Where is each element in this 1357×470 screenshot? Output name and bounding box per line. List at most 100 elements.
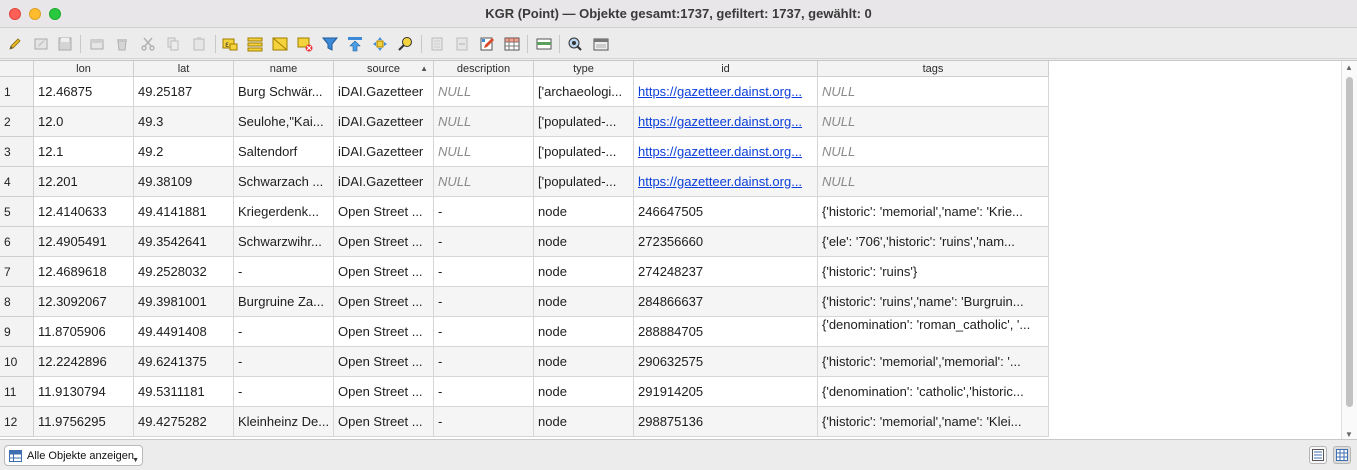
row-number[interactable]: 12 [0,407,34,437]
cell-type[interactable]: node [534,287,634,317]
cell-type[interactable]: node [534,377,634,407]
cell-id[interactable]: https://gazetteer.dainst.org... [634,137,818,167]
cell-type[interactable]: ['populated-... [534,107,634,137]
cut-icon[interactable] [139,35,157,53]
cell-name[interactable]: Kriegerdenk... [234,197,334,227]
cell-name[interactable]: - [234,377,334,407]
cell-tags[interactable]: {'historic': 'memorial','memorial': '... [818,347,1049,377]
column-header-lon[interactable]: lon [34,61,134,77]
cell-tags[interactable]: {'ele': '706','historic': 'ruins','nam..… [818,227,1049,257]
cell-name[interactable]: Saltendorf [234,137,334,167]
cell-lat[interactable]: 49.4275282 [134,407,234,437]
zoom-map-to-selection-icon[interactable] [396,35,414,53]
cell-source[interactable]: Open Street ... [334,257,434,287]
field-calculator-icon[interactable] [503,35,521,53]
cell-source[interactable]: iDAI.Gazetteer [334,167,434,197]
cell-tags[interactable]: NULL [818,167,1049,197]
cell-description[interactable]: - [434,407,534,437]
conditional-formatting-icon[interactable] [535,35,553,53]
cell-description[interactable]: - [434,197,534,227]
cell-id[interactable]: 272356660 [634,227,818,257]
column-header-lat[interactable]: lat [134,61,234,77]
cell-id[interactable]: 246647505 [634,197,818,227]
column-header-type[interactable]: type [534,61,634,77]
feature-filter-dropdown[interactable]: Alle Objekte anzeigen ▼ [4,445,143,466]
cell-source[interactable]: iDAI.Gazetteer [334,107,434,137]
cell-description[interactable]: - [434,287,534,317]
column-header-source[interactable]: source ▲ [334,61,434,77]
cell-name[interactable]: - [234,257,334,287]
cell-name[interactable]: Burg Schwär... [234,77,334,107]
select-all-icon[interactable] [246,35,264,53]
cell-lon[interactable]: 12.3092067 [34,287,134,317]
scroll-down-icon[interactable]: ▼ [1345,430,1353,439]
table-row[interactable]: 8 12.3092067 49.3981001 Burgruine Za... Open… [0,287,1049,317]
cell-source[interactable]: Open Street ... [334,377,434,407]
cell-source[interactable]: iDAI.Gazetteer [334,77,434,107]
cell-id[interactable]: 290632575 [634,347,818,377]
dock-window-icon[interactable] [592,35,610,53]
multi-edit-icon[interactable] [32,35,50,53]
cell-id[interactable]: 284866637 [634,287,818,317]
cell-lon[interactable]: 11.8705906 [34,317,134,347]
table-row[interactable]: 4 12.201 49.38109 Schwarzach ... iDAI.Gazett… [0,167,1049,197]
table-row[interactable]: 11 11.9130794 49.5311181- Open Street ... - n… [0,377,1049,407]
table-row[interactable]: 3 12.1 49.2 Saltendorf iDAI.Gazetteer NULL ['p… [0,137,1049,167]
table-row[interactable]: 2 12.0 49.3 Seulohe,"Kai... iDAI.Gazetteer NU… [0,107,1049,137]
cell-description[interactable]: - [434,227,534,257]
row-number[interactable]: 8 [0,287,34,317]
cell-lat[interactable]: 49.6241375 [134,347,234,377]
cell-name[interactable]: Schwarzwihr... [234,227,334,257]
cell-source[interactable]: Open Street ... [334,287,434,317]
row-number[interactable]: 5 [0,197,34,227]
pan-map-to-selection-icon[interactable] [371,35,389,53]
cell-type[interactable]: ['populated-... [534,167,634,197]
column-header-tags[interactable]: tags [818,61,1049,77]
delete-icon[interactable] [113,35,131,53]
vertical-scrollbar[interactable]: ▲ ▼ [1341,61,1357,439]
cell-source[interactable]: Open Street ... [334,317,434,347]
cell-lat[interactable]: 49.25187 [134,77,234,107]
cell-tags[interactable]: {'denomination': 'roman_catholic', '... [818,317,1049,347]
cell-source[interactable]: Open Street ... [334,347,434,377]
cell-id[interactable]: 291914205 [634,377,818,407]
cell-lon[interactable]: 12.201 [34,167,134,197]
table-row[interactable]: 1 12.46875 49.25187 Burg Schwär... iDAI.Gaze… [0,77,1049,107]
delete-field-icon[interactable] [453,35,471,53]
cell-lon[interactable]: 11.9130794 [34,377,134,407]
copy-icon[interactable] [164,35,182,53]
cell-source[interactable]: Open Street ... [334,197,434,227]
cell-lon[interactable]: 12.2242896 [34,347,134,377]
cell-lat[interactable]: 49.3542641 [134,227,234,257]
cell-id[interactable]: https://gazetteer.dainst.org... [634,167,818,197]
cell-name[interactable]: Burgruine Za... [234,287,334,317]
cell-type[interactable]: node [534,347,634,377]
row-number[interactable]: 6 [0,227,34,257]
row-number[interactable]: 2 [0,107,34,137]
cell-type[interactable]: node [534,317,634,347]
cell-lon[interactable]: 12.1 [34,137,134,167]
save-icon[interactable] [56,35,74,53]
cell-name[interactable]: Seulohe,"Kai... [234,107,334,137]
cell-source[interactable]: Open Street ... [334,407,434,437]
row-number[interactable]: 9 [0,317,34,347]
add-feature-icon[interactable] [88,35,106,53]
cell-lon[interactable]: 12.4905491 [34,227,134,257]
corner-header[interactable] [0,61,34,77]
cell-type[interactable]: node [534,197,634,227]
cell-description[interactable]: - [434,317,534,347]
cell-lat[interactable]: 49.38109 [134,167,234,197]
deselect-all-icon[interactable] [296,35,314,53]
scroll-up-icon[interactable]: ▲ [1345,63,1353,72]
cell-tags[interactable]: {'historic': 'memorial','name': 'Krie... [818,197,1049,227]
cell-name[interactable]: - [234,347,334,377]
cell-lon[interactable]: 12.4689618 [34,257,134,287]
filter-icon[interactable] [321,35,339,53]
cell-lon[interactable]: 12.4140633 [34,197,134,227]
cell-source[interactable]: iDAI.Gazetteer [334,137,434,167]
cell-lon[interactable]: 12.0 [34,107,134,137]
invert-selection-icon[interactable] [271,35,289,53]
cell-source[interactable]: Open Street ... [334,227,434,257]
cell-description[interactable]: NULL [434,107,534,137]
column-header-description[interactable]: description [434,61,534,77]
